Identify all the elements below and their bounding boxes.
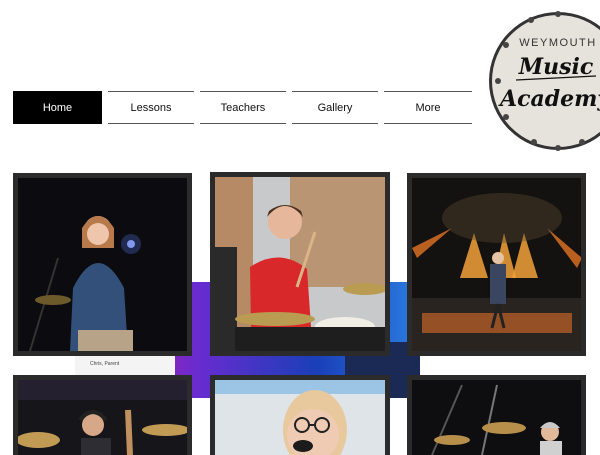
background-caption: Chris, Parent (90, 361, 120, 367)
photo-drummer-red[interactable] (210, 172, 390, 356)
nav-more[interactable]: More (384, 91, 472, 124)
logo-line1: WEYMOUTH (519, 37, 596, 49)
nav-gallery-label: Gallery (317, 101, 353, 114)
photo-singer-glasses-image (215, 380, 385, 455)
academy-logo[interactable]: WEYMOUTH Music Academy (486, 10, 600, 152)
photo-drummer-red-image (215, 177, 385, 351)
nav-gallery[interactable]: Gallery (292, 91, 378, 124)
photo-drummer-stage[interactable] (407, 375, 586, 455)
photo-singer[interactable] (13, 173, 192, 356)
photo-drummer-headphones[interactable] (13, 375, 192, 455)
photo-stage-performer[interactable] (407, 173, 586, 356)
nav-lessons-label: Lessons (130, 101, 172, 114)
nav-teachers[interactable]: Teachers (200, 91, 286, 124)
photo-stage-performer-image (412, 178, 581, 351)
photo-singer-image (18, 178, 187, 351)
nav-teachers-label: Teachers (220, 101, 266, 114)
photo-singer-glasses[interactable] (210, 375, 390, 455)
photo-drummer-headphones-image (18, 380, 187, 455)
nav-home-label: Home (42, 101, 73, 114)
photo-drummer-stage-image (412, 380, 581, 455)
nav-home[interactable]: Home (13, 91, 102, 124)
logo-line3: Academy (498, 86, 600, 112)
nav-more-label: More (415, 101, 441, 114)
nav-lessons[interactable]: Lessons (108, 91, 194, 124)
